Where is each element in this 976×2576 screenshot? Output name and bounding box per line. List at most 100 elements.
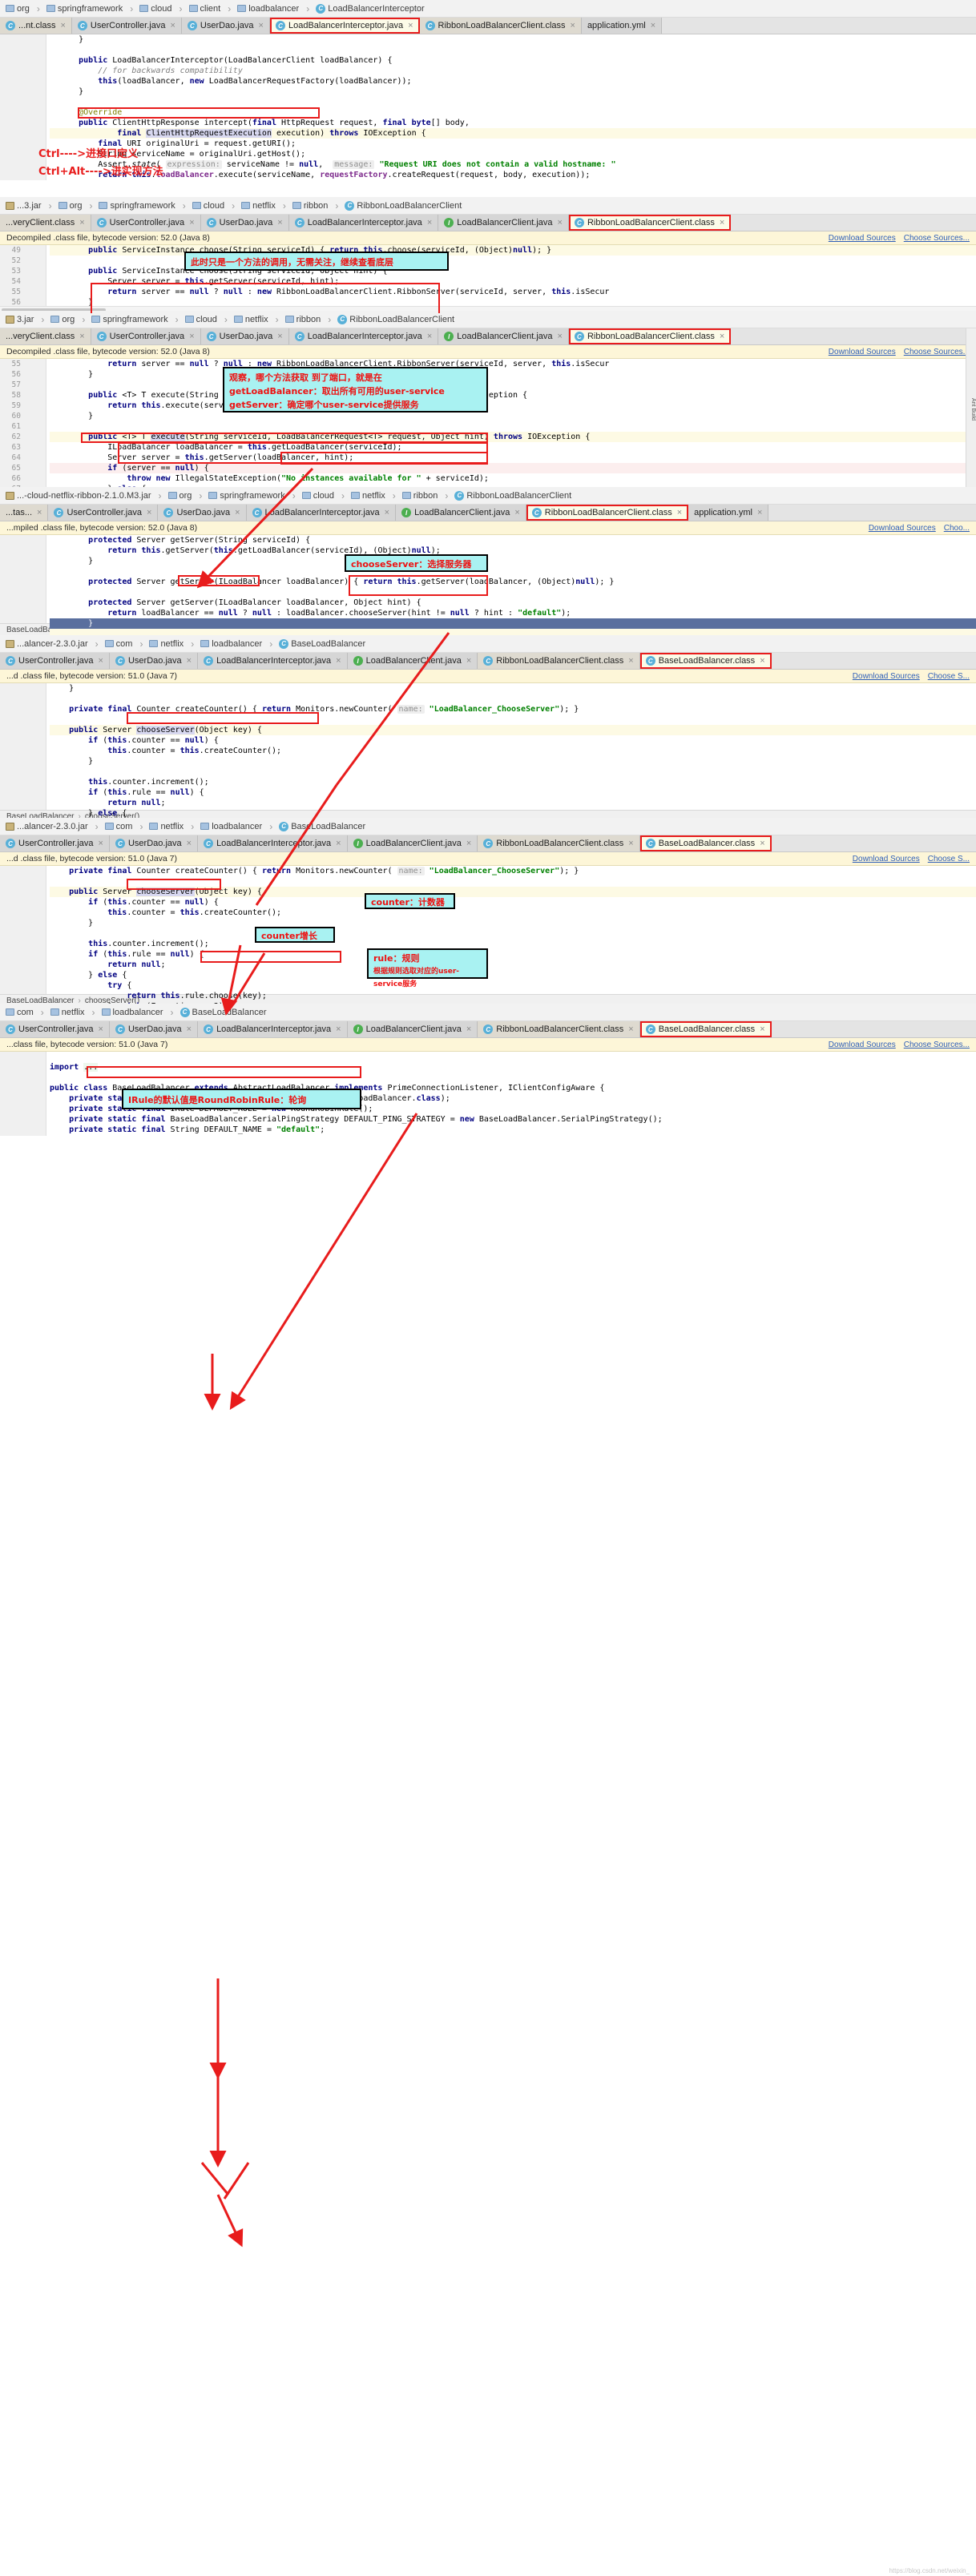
close-icon[interactable]: × — [628, 1024, 633, 1034]
close-icon[interactable]: × — [189, 332, 194, 341]
code-editor[interactable]: } public LoadBalancerInterceptor(LoadBal… — [0, 34, 976, 180]
breadcrumb[interactable]: 3.jar org springframework cloud netflix … — [0, 311, 976, 328]
breadcrumb-item[interactable]: netflix — [147, 638, 198, 650]
breadcrumb-jar[interactable]: ...alancer-2.3.0.jar — [3, 638, 103, 650]
code-lines[interactable]: } public LoadBalancerInterceptor(LoadBal… — [0, 34, 976, 180]
close-icon[interactable]: × — [277, 218, 282, 227]
close-icon[interactable]: × — [37, 508, 42, 517]
close-icon[interactable]: × — [558, 218, 563, 227]
tab-userdao[interactable]: C UserDao.java × — [181, 18, 270, 34]
breadcrumb-item[interactable]: ribbon — [283, 314, 336, 325]
editor-tab-bar[interactable]: ...veryClient.class × C UserController.jav… — [0, 215, 976, 231]
tab-userdao[interactable]: C UserDao.java × — [109, 835, 199, 851]
breadcrumb-item[interactable]: loadbalancer — [198, 638, 276, 650]
tab-loadbalancerinterceptor[interactable]: C LoadBalancerInterceptor.java × — [198, 835, 348, 851]
close-icon[interactable]: × — [60, 21, 65, 30]
close-icon[interactable]: × — [336, 1024, 341, 1034]
close-icon[interactable]: × — [466, 1024, 471, 1034]
tab-item[interactable]: ...tas... × — [0, 505, 49, 521]
breadcrumb[interactable]: ...alancer-2.3.0.jar com netflix loadbal… — [0, 818, 976, 835]
code-editor[interactable]: } private final Counter createCounter() … — [0, 683, 976, 818]
breadcrumb-item[interactable]: com — [3, 1007, 48, 1018]
close-icon[interactable]: × — [187, 656, 192, 666]
tab-userdao[interactable]: C UserDao.java × — [109, 1021, 199, 1037]
tab-application-yml[interactable]: application.yml × — [581, 18, 663, 34]
tab-baseloadbalancer[interactable]: C BaseLoadBalancer.class × — [639, 835, 772, 851]
close-icon[interactable]: × — [628, 839, 633, 848]
breadcrumb[interactable]: ...3.jar org springframework cloud netfl… — [0, 197, 976, 215]
close-icon[interactable]: × — [147, 508, 151, 517]
breadcrumb-item[interactable]: com — [103, 638, 147, 650]
breadcrumb-item[interactable]: netflix — [48, 1007, 99, 1018]
tab-baseloadbalancer[interactable]: C BaseLoadBalancer.class × — [639, 653, 772, 669]
breadcrumb-item[interactable]: netflix — [349, 490, 400, 501]
tab-item[interactable]: ...veryClient.class × — [0, 215, 91, 231]
tab-loadbalancerclient[interactable]: I LoadBalancerClient.java × — [396, 505, 526, 521]
breadcrumb-item[interactable]: cloud — [300, 490, 349, 501]
tab-ribbonloadbalancerclient[interactable]: C RibbonLoadBalancerClient.class × — [478, 653, 640, 669]
breadcrumb-jar[interactable]: ...alancer-2.3.0.jar — [3, 821, 103, 832]
close-icon[interactable]: × — [720, 332, 724, 341]
tab-loadbalancerinterceptor[interactable]: C LoadBalancerInterceptor.java × — [198, 1021, 348, 1037]
breadcrumb-item[interactable]: loadbalancer — [99, 1007, 178, 1018]
tab-baseloadbalancer[interactable]: C BaseLoadBalancer.class × — [639, 1021, 772, 1037]
tab-userdao[interactable]: C UserDao.java × — [200, 215, 289, 231]
notice-links[interactable]: Download Sources Choose S... — [845, 855, 970, 863]
breadcrumb-item[interactable]: ribbon — [290, 200, 343, 211]
breadcrumb[interactable]: com netflix loadbalancer CBaseLoadBalanc… — [0, 1004, 976, 1021]
notice-links[interactable]: Download Sources Choose Sources... — [821, 348, 970, 356]
close-icon[interactable]: × — [408, 21, 413, 30]
tab-ribbonloadbalancerclient[interactable]: C RibbonLoadBalancerClient.class × — [568, 215, 732, 231]
tab-loadbalancerclient[interactable]: I LoadBalancerClient.java × — [347, 1021, 478, 1037]
close-icon[interactable]: × — [99, 656, 103, 666]
tab-ribbonloadbalancerclient[interactable]: C RibbonLoadBalancerClient.class × — [419, 18, 582, 34]
breadcrumb-jar[interactable]: ...3.jar — [3, 200, 56, 211]
tab-loadbalancerinterceptor[interactable]: C LoadBalancerInterceptor.java × — [269, 18, 420, 34]
close-icon[interactable]: × — [187, 839, 192, 848]
breadcrumb-item[interactable]: C BaseLoadBalancer — [276, 821, 377, 831]
close-icon[interactable]: × — [99, 839, 103, 848]
code-editor[interactable]: 55 return server == null ? null : new Ri… — [0, 359, 976, 487]
tab-usercontroller[interactable]: C UserController.java × — [91, 328, 201, 344]
breadcrumb-jar[interactable]: 3.jar — [3, 314, 48, 325]
close-icon[interactable]: × — [628, 656, 633, 666]
code-lines[interactable]: } private final Counter createCounter() … — [0, 683, 976, 818]
editor-tab-bar[interactable]: C ...nt.class × C UserController.java × C Use… — [0, 18, 976, 34]
breadcrumb-item[interactable]: com — [103, 821, 147, 832]
breadcrumb-item[interactable]: C BaseLoadBalancer — [178, 1007, 278, 1017]
close-icon[interactable]: × — [514, 508, 519, 517]
breadcrumb-item[interactable]: cloud — [183, 314, 232, 325]
breadcrumb-item[interactable]: springframework — [89, 314, 182, 325]
close-icon[interactable]: × — [757, 508, 762, 517]
code-editor[interactable]: 49 public ServiceInstance choose(String … — [0, 245, 976, 313]
breadcrumb-item[interactable]: client — [187, 3, 236, 14]
tab-ribbonloadbalancerclient[interactable]: C RibbonLoadBalancerClient.class × — [478, 835, 640, 851]
breadcrumb-item[interactable]: C RibbonLoadBalancerClient — [335, 314, 466, 324]
close-icon[interactable]: × — [385, 508, 389, 517]
breadcrumb-item[interactable]: C RibbonLoadBalancerClient — [342, 200, 473, 211]
close-icon[interactable]: × — [760, 656, 764, 666]
notice-links[interactable]: Download Sources Choose S... — [845, 672, 970, 681]
tab-ribbonloadbalancerclient[interactable]: C RibbonLoadBalancerClient.class × — [526, 505, 689, 521]
tab-ribbonloadbalancerclient[interactable]: C RibbonLoadBalancerClient.class × — [478, 1021, 640, 1037]
close-icon[interactable]: × — [189, 218, 194, 227]
breadcrumb-item[interactable]: netflix — [147, 821, 198, 832]
tab-item[interactable]: ...veryClient.class × — [0, 328, 91, 344]
editor-tab-bar[interactable]: C UserController.java × C UserDao.java × C Lo… — [0, 1021, 976, 1038]
breadcrumb-item[interactable]: springframework — [206, 490, 299, 501]
tab-loadbalancerinterceptor[interactable]: C LoadBalancerInterceptor.java × — [288, 328, 439, 344]
close-icon[interactable]: × — [79, 332, 84, 341]
close-icon[interactable]: × — [336, 656, 341, 666]
close-icon[interactable]: × — [720, 218, 724, 227]
close-icon[interactable]: × — [277, 332, 282, 341]
breadcrumb[interactable]: ...alancer-2.3.0.jar com netflix loadbal… — [0, 635, 976, 653]
tab-usercontroller[interactable]: C UserController.java × — [91, 215, 201, 231]
tab-usercontroller[interactable]: C UserController.java × — [0, 1021, 110, 1037]
right-tool-tabs[interactable]: Ant Build — [966, 328, 976, 487]
tab-loadbalancerinterceptor[interactable]: C LoadBalancerInterceptor.java × — [246, 505, 397, 521]
breadcrumb-item[interactable]: cloud — [137, 3, 186, 14]
breadcrumb-item[interactable]: org — [56, 200, 97, 211]
close-icon[interactable]: × — [466, 656, 471, 666]
breadcrumb-item[interactable]: loadbalancer — [235, 3, 313, 14]
breadcrumb-item[interactable]: netflix — [239, 200, 290, 211]
